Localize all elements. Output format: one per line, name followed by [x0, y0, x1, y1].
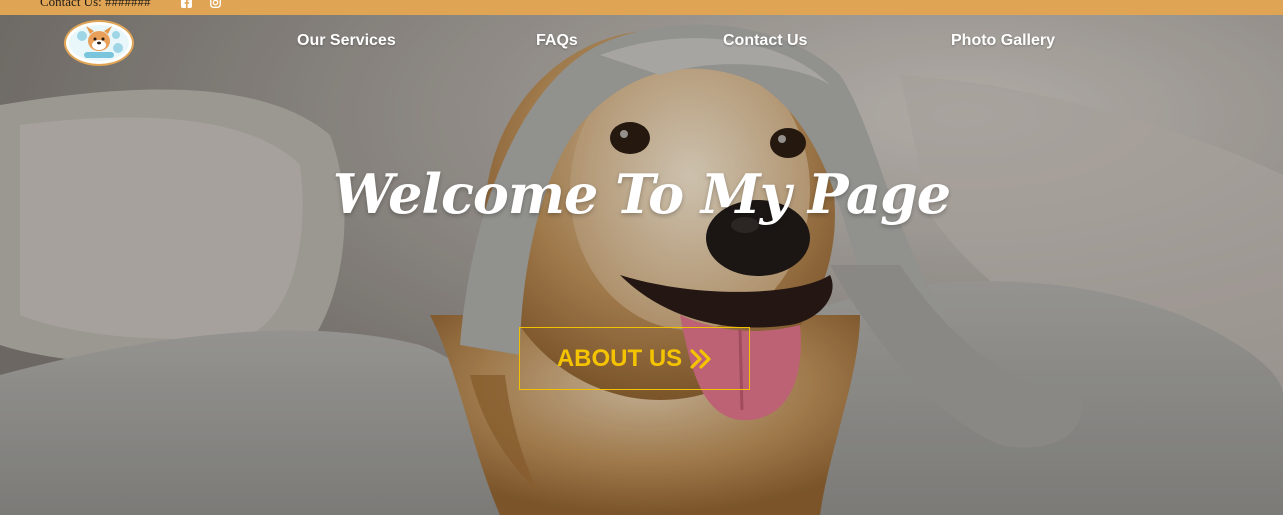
about-us-button-label: ABOUT US — [556, 344, 683, 372]
nav-item-our-services[interactable]: Our Services — [297, 32, 396, 50]
about-us-button[interactable]: ABOUT US — [519, 327, 750, 390]
nav-item-faqs[interactable]: FAQs — [536, 32, 578, 50]
hero-section — [0, 15, 1283, 515]
dog-logo-icon — [69, 25, 129, 61]
page: Contact Us: ####### Our Services FAQs Co… — [0, 0, 1283, 515]
nav-item-contact-us[interactable]: Contact Us — [723, 32, 807, 50]
facebook-icon[interactable] — [181, 0, 192, 8]
top-bar: Contact Us: ####### — [0, 0, 1283, 15]
hero-overlay — [0, 15, 1283, 515]
main-nav: Our Services FAQs Contact Us Photo Galle… — [0, 15, 1283, 71]
hero-headline: Welcome To My Page — [332, 162, 951, 226]
double-chevron-right-icon — [690, 348, 711, 369]
dog-logo[interactable] — [64, 20, 134, 66]
nav-item-photo-gallery[interactable]: Photo Gallery — [951, 32, 1055, 50]
instagram-icon[interactable] — [210, 0, 221, 8]
contact-text: Contact Us: ####### — [40, 0, 151, 9]
